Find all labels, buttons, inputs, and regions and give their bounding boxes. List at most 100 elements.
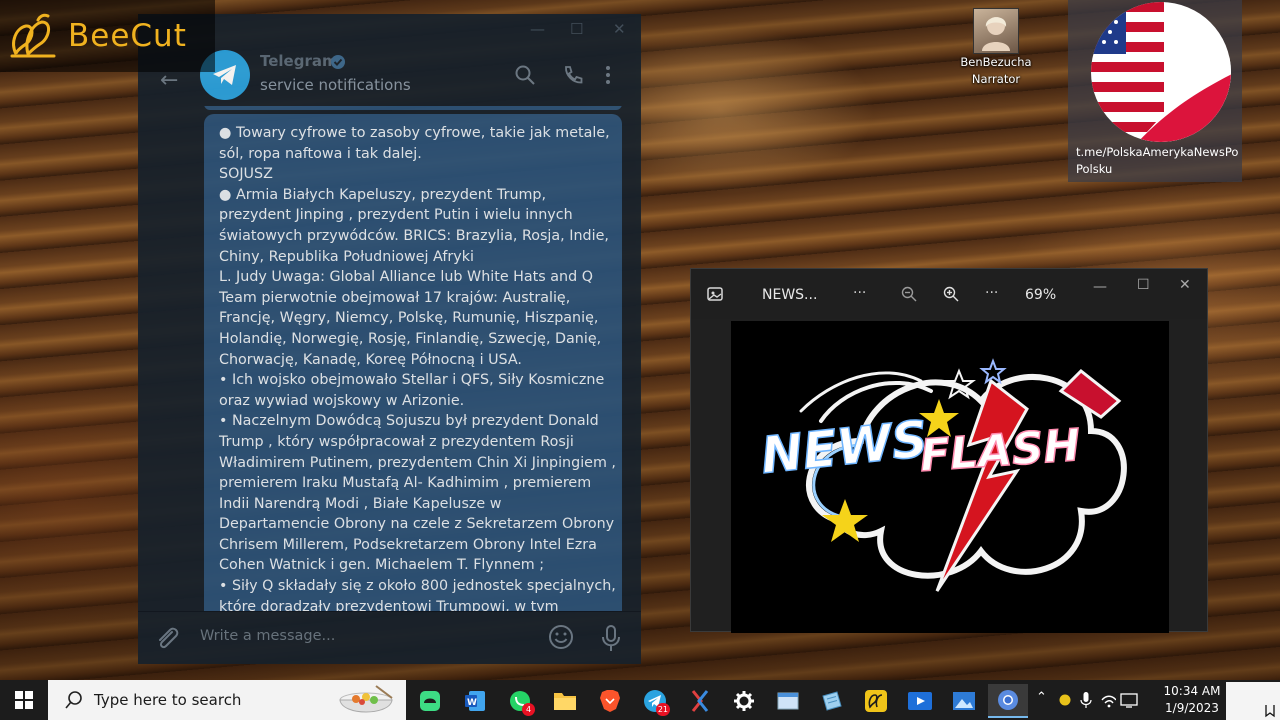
taskbar-app-android[interactable] (410, 684, 450, 718)
video-player-icon (908, 692, 932, 710)
message-line: prezydent Jinping , prezydent Putin i wi… (219, 207, 573, 224)
taskbar-app-screen-capture[interactable] (768, 684, 808, 718)
message-line: premierem Iraku Mustafą Al- Kadhimim , p… (219, 475, 592, 492)
clock-date: 1/9/2023 (1165, 701, 1219, 715)
folder-icon (554, 693, 576, 710)
message-input[interactable]: Write a message... (200, 628, 335, 644)
brave-lion-icon (600, 690, 620, 712)
svg-text:W: W (467, 698, 477, 708)
desktop-icon-channel[interactable]: t.me/PolskaAmerykaNewsPo Polsku (1068, 0, 1242, 182)
taskbar-clock[interactable]: 10:34 AM 1/9/2023 (1158, 683, 1226, 717)
photo-viewer-window: NEWS... ··· ··· 69% — ☐ ✕ NEWS FLASH (690, 268, 1208, 633)
taskbar-app-settings[interactable] (724, 684, 764, 718)
emoji-icon[interactable] (548, 624, 574, 650)
taskbar-app-media[interactable] (680, 684, 720, 718)
taskbar-app-photos[interactable] (944, 684, 984, 718)
zoom-out-icon[interactable] (901, 286, 917, 302)
notepad-icon (822, 691, 842, 711)
message-line: SOJUSZ (219, 166, 273, 183)
more-options-icon[interactable] (604, 64, 612, 86)
tray-expand-icon[interactable]: ⌃ (1036, 690, 1047, 705)
telegram-window: — ☐ ✕ ← Telegram service notifications ●… (138, 14, 641, 664)
search-icon (65, 691, 82, 709)
more-zoom-options-icon[interactable]: ··· (985, 285, 998, 301)
chat-messages-area[interactable]: ● Towary cyfrowe to zasoby cyfrowe, taki… (138, 106, 641, 611)
taskbar-app-telegram[interactable]: 21 (635, 684, 675, 718)
search-icon[interactable] (514, 64, 536, 86)
taskbar-app-notepad[interactable] (812, 684, 852, 718)
close-icon[interactable]: ✕ (1179, 277, 1191, 293)
phone-call-icon[interactable] (562, 64, 584, 86)
microphone-icon[interactable] (601, 624, 621, 652)
news-flash-graphic: NEWS FLASH (757, 358, 1127, 592)
screen-window-icon (777, 692, 799, 710)
attach-paperclip-icon[interactable] (154, 624, 180, 652)
us-poland-flag-logo (1091, 2, 1231, 142)
message-line: • Siły Q składały się z około 800 jednos… (219, 578, 616, 595)
telegram-plane-icon (213, 65, 236, 85)
search-placeholder: Type here to search (94, 691, 242, 709)
taskbar-app-chrome[interactable] (988, 684, 1028, 718)
show-desktop-button[interactable] (1226, 682, 1280, 720)
word-icon: W (465, 691, 485, 711)
whatsapp-badge: 4 (522, 703, 535, 716)
photos-icon (953, 692, 975, 710)
message-line: Team pierwotnie obejmował 17 krajów: Aus… (219, 289, 571, 306)
more-options-icon[interactable]: ··· (853, 285, 866, 301)
telegram-badge: 21 (655, 703, 670, 716)
beecut-watermark: BeeCut (0, 0, 215, 72)
message-line: Władimirem Putinem, prezydentem Chin Xi … (219, 454, 616, 471)
message-line: sól, ropa naftowa i tak dalej. (219, 145, 422, 162)
maximize-icon[interactable]: ☐ (570, 20, 583, 38)
browser-icon (998, 690, 1018, 710)
close-icon[interactable]: ✕ (613, 20, 626, 38)
minimize-icon[interactable]: — (1093, 279, 1107, 295)
display-settings-icon[interactable] (1120, 692, 1138, 708)
zoom-level[interactable]: 69% (1025, 287, 1056, 303)
message-composer: Write a message... (138, 611, 641, 664)
taskbar-search-box[interactable]: Type here to search (48, 680, 406, 720)
message-line: Cohen Watnick i gen. Michaelem T. Flynne… (219, 557, 545, 574)
red-blue-tool-icon (691, 690, 709, 712)
news-text: NEWS (758, 410, 930, 485)
message-line: • Naczelnym Dowódcą Sojuszu był prezyden… (219, 413, 599, 430)
start-button[interactable] (0, 680, 48, 720)
photo-viewer-toolbar: NEWS... ··· ··· 69% — ☐ ✕ (691, 269, 1207, 319)
message-line: Indii Narendrą Modi , Białe Kapelusze w (219, 495, 502, 512)
message-line: Departamencie Obrony na czele z Sekretar… (219, 516, 615, 533)
message-line: Trump , który współpracował z prezydente… (219, 433, 574, 450)
zoom-in-icon[interactable] (943, 286, 959, 302)
taskbar-app-word[interactable]: W (455, 684, 495, 718)
message-line: L. Judy Uwaga: Global Alliance lub White… (219, 269, 593, 286)
maximize-icon[interactable]: ☐ (1137, 277, 1150, 293)
message-line: oraz wywiad wojskowy w Arizonie. (219, 392, 465, 409)
flash-text: FLASH (918, 420, 1082, 482)
narrator-label-line2: Narrator (971, 72, 1021, 86)
taskbar-app-video-player[interactable] (900, 684, 940, 718)
file-name: NEWS... (762, 287, 818, 303)
beecut-brand-text: BeeCut (68, 18, 187, 54)
channel-label: t.me/PolskaAmerykaNewsPo Polsku (1076, 144, 1246, 178)
channel-label-line1: t.me/PolskaAmerykaNewsPo (1076, 145, 1239, 159)
windows-logo-icon (15, 691, 33, 709)
message-bubble[interactable]: ● Towary cyfrowe to zasoby cyfrowe, taki… (204, 114, 622, 611)
news-flash-image: NEWS FLASH (731, 321, 1169, 633)
previous-message-bubble (204, 106, 622, 110)
message-line: Chorwację, Kanadę, Koreę Północną i USA. (219, 351, 522, 368)
minimize-icon[interactable]: — (530, 20, 545, 38)
food-bowl-icon (339, 685, 393, 713)
taskbar-app-whatsapp[interactable]: 4 (500, 684, 540, 718)
desktop-icon-narrator[interactable]: BenBezucha Narrator (958, 8, 1034, 88)
photos-app-icon[interactable] (707, 286, 723, 302)
microphone-tray-icon[interactable] (1080, 691, 1092, 709)
message-line: Chrisem Millerem, Podsekretarzem Obrony … (219, 536, 597, 553)
taskbar-app-beecut[interactable] (856, 684, 896, 718)
taskbar-app-brave[interactable] (590, 684, 630, 718)
chat-title[interactable]: Telegram (260, 52, 338, 70)
narrator-photo (973, 8, 1019, 54)
wifi-icon[interactable] (1100, 692, 1116, 708)
taskbar-app-file-explorer[interactable] (545, 684, 585, 718)
tray-status-dot-icon[interactable] (1058, 693, 1072, 707)
message-line: światowych przywódców. BRICS: Brazylia, … (219, 227, 609, 244)
channel-label-line2: Polsku (1076, 162, 1113, 176)
